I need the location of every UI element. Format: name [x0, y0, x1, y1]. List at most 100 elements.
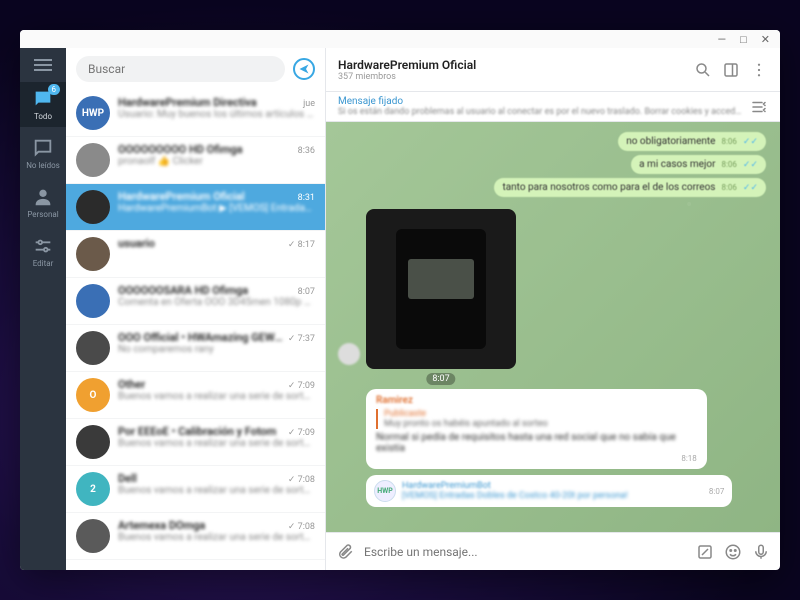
chat-title: HardwarePremium Oficial — [118, 190, 245, 203]
compose-button[interactable] — [293, 58, 315, 80]
chat-time: ✓ 7:09 — [288, 428, 315, 438]
mic-icon[interactable] — [752, 543, 770, 561]
avatar: 2 — [76, 472, 110, 506]
chat-time: 8:36 — [298, 146, 315, 156]
read-checks-icon: ✓✓ — [743, 160, 758, 170]
pinned-message[interactable]: Mensaje fijado Si os están dando problem… — [326, 92, 780, 122]
avatar — [76, 519, 110, 553]
chat-outline-icon — [32, 137, 54, 159]
chat-preview: Buenos vamos a realizar una serie de sor… — [118, 391, 315, 402]
pin-expand-icon[interactable] — [750, 98, 768, 116]
emoji-icon[interactable] — [724, 543, 742, 561]
chat-time: ✓ 7:08 — [288, 475, 315, 485]
message-text: Normal si pedía de requisitos hasta una … — [376, 432, 697, 454]
chat-item[interactable]: usuario✓ 8:17 — [66, 231, 325, 278]
attach-icon[interactable] — [336, 543, 354, 561]
chat-title: OOOOOOSARA HD Ofimga — [118, 284, 248, 297]
command-icon[interactable] — [696, 543, 714, 561]
chat-title: usuario — [118, 237, 155, 250]
rail-item-todo[interactable]: 6 Todo — [20, 82, 66, 127]
avatar: O — [76, 378, 110, 412]
chat-preview: No comparemos rany — [118, 344, 315, 355]
conversation-subtitle: 357 miembros — [338, 72, 684, 82]
outgoing-message[interactable]: a mi casos mejor 8:06 ✓✓ — [631, 155, 766, 174]
quote-title: Publicaste — [384, 409, 697, 419]
avatar — [76, 143, 110, 177]
window-close[interactable]: ✕ — [761, 33, 770, 46]
chat-time: 8:31 — [298, 193, 315, 203]
rail-item-noleidos[interactable]: No leídos — [20, 131, 66, 176]
send-icon — [298, 63, 310, 75]
nav-rail: 6 Todo No leídos Personal Editar — [20, 48, 66, 570]
chat-preview: HardwarePremiumBot ▶ [VEMOS] Entradas de — [118, 203, 315, 214]
composer — [326, 532, 780, 570]
chat-item[interactable]: OOOOOOOOO HD Ofimga 8:36pronaolf 👍 Clicke… — [66, 137, 325, 184]
avatar: HWP — [76, 96, 110, 130]
chat-preview: pronaolf 👍 Clicker — [118, 156, 315, 167]
chat-item[interactable]: HWPHardwarePremium DirectivajueUsuario: … — [66, 90, 325, 137]
avatar — [76, 331, 110, 365]
sliders-icon — [32, 235, 54, 257]
avatar — [76, 190, 110, 224]
chat-item[interactable]: O Other ✓ 7:09Buenos vamos a realizar una … — [66, 372, 325, 419]
chat-title: Artemexa DOmga — [118, 519, 205, 532]
message-area[interactable]: no obligatoriamente 8:06 ✓✓ a mi casos m… — [326, 122, 780, 532]
chat-title: OOO Official • HWAmazing GEWsan 🎬📱 — [118, 331, 284, 344]
app-window: — □ ✕ 6 Todo No leídos Personal Editar — [20, 30, 780, 570]
message-time: 8:06 — [721, 137, 736, 146]
incoming-message[interactable]: Ramirez Publicaste Muy pronto os habéis … — [366, 389, 707, 469]
chat-item[interactable]: Artemexa DOmga✓ 7:08Buenos vamos a reali… — [66, 513, 325, 560]
bot-message[interactable]: HWP HardwarePremiumBot [VEMOS] Entradas … — [366, 475, 732, 507]
search-icon[interactable] — [694, 61, 712, 79]
outgoing-message[interactable]: no obligatoriamente 8:06 ✓✓ — [618, 132, 766, 151]
search-input[interactable] — [76, 56, 285, 82]
rail-item-personal[interactable]: Personal — [20, 180, 66, 225]
message-input[interactable] — [364, 545, 686, 559]
chat-item[interactable]: OOOOOOSARA HD Ofimga 8:07Comenta en Ofert… — [66, 278, 325, 325]
chat-title: Dell — [118, 472, 137, 485]
chat-title: OOOOOOOOO HD Ofimga — [118, 143, 243, 156]
window-minimize[interactable]: — — [718, 33, 727, 46]
watch-image — [396, 229, 486, 349]
hamburger-icon[interactable] — [34, 56, 52, 70]
chat-title: Other — [118, 378, 145, 391]
message-text: tanto para nosotros como para el de los … — [502, 182, 715, 193]
chat-item[interactable]: HardwarePremium Oficial 8:31HardwarePremi… — [66, 184, 325, 231]
chat-preview: Buenos vamos a realizar una serie de sor… — [118, 485, 315, 496]
rail-label: Todo — [34, 112, 52, 121]
rail-item-editar[interactable]: Editar — [20, 229, 66, 274]
titlebar: — □ ✕ — [20, 30, 780, 48]
chat-preview: Buenos vamos a realizar una serie de sor… — [118, 438, 315, 449]
window-maximize[interactable]: □ — [740, 33, 747, 46]
message-time: 8:06 — [721, 160, 736, 169]
avatar — [76, 237, 110, 271]
chat-time: 8:07 — [298, 287, 315, 297]
chat-list-panel: HWPHardwarePremium DirectivajueUsuario: … — [66, 48, 326, 570]
chat-preview: Comenta en Oferta OOO 3D45men 1080p AXE — [118, 297, 315, 308]
chat-preview: Buenos vamos a realizar una serie de sor… — [118, 532, 315, 543]
image-message[interactable]: 8:07 — [366, 209, 516, 369]
read-checks-icon: ✓✓ — [743, 183, 758, 193]
read-checks-icon: ✓✓ — [743, 137, 758, 147]
chat-item[interactable]: Por EEEoE • Calibración y Fotom✓ 7:09Bue… — [66, 419, 325, 466]
more-icon[interactable] — [750, 61, 768, 79]
quote-body: Muy pronto os habéis apuntado al sorteo — [384, 419, 697, 429]
app-body: 6 Todo No leídos Personal Editar — [20, 48, 780, 570]
conversation-panel: HardwarePremium Oficial 357 miembros Men… — [326, 48, 780, 570]
pinned-title: Mensaje fijado — [338, 96, 742, 107]
reply-quote[interactable]: Publicaste Muy pronto os habéis apuntado… — [376, 409, 697, 429]
chat-title: HardwarePremium Directiva — [118, 96, 257, 109]
chat-time: ✓ 7:09 — [288, 381, 315, 391]
message-time: 8:07 — [709, 487, 724, 496]
sidebar-toggle-icon[interactable] — [722, 61, 740, 79]
bot-body: [VEMOS] Entradas Dobles de Costco 40-20t… — [402, 491, 703, 501]
message-time: 8:18 — [376, 454, 697, 463]
sender-avatar[interactable] — [338, 343, 360, 365]
chat-item[interactable]: 2 Dell ✓ 7:08Buenos vamos a realizar una s… — [66, 466, 325, 513]
chat-time: jue — [303, 99, 315, 109]
chat-item[interactable]: OOO Official • HWAmazing GEWsan 🎬📱 ✓ 7:37… — [66, 325, 325, 372]
outgoing-message[interactable]: tanto para nosotros como para el de los … — [494, 178, 766, 197]
conversation-title: HardwarePremium Oficial — [338, 58, 684, 72]
bot-avatar: HWP — [374, 480, 396, 502]
chat-time: ✓ 7:37 — [288, 334, 315, 344]
